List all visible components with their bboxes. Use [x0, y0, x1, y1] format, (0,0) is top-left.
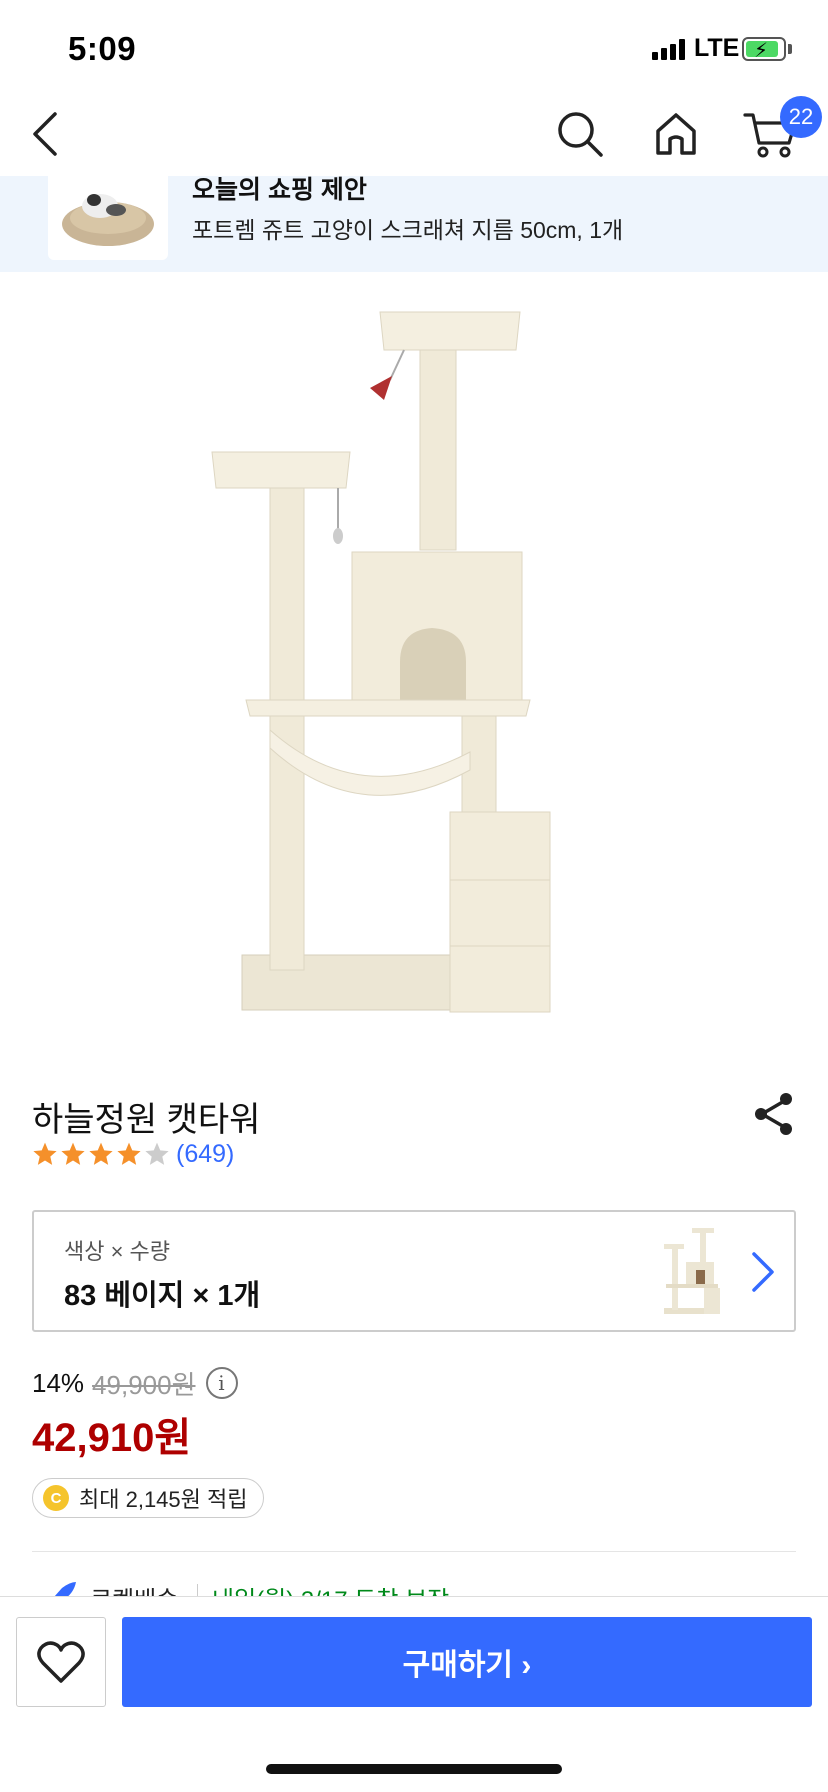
heart-icon — [37, 1641, 85, 1683]
promo-thumbnail — [48, 176, 168, 260]
nav-bar — [0, 92, 828, 176]
home-button[interactable] — [636, 92, 716, 176]
promo-title: 오늘의 쇼핑 제안 — [192, 176, 367, 204]
search-button[interactable] — [540, 92, 620, 176]
rating-row[interactable]: (649) — [32, 1138, 234, 1170]
info-icon[interactable]: i — [205, 1367, 238, 1399]
product-title-row: 하늘정원 캣타워 — [32, 1092, 798, 1139]
home-icon — [656, 113, 696, 155]
star-empty-icon — [145, 1142, 169, 1165]
share-button[interactable] — [750, 1088, 798, 1140]
star-filled-icon — [33, 1142, 57, 1165]
charging-bolt-icon: ⚡ — [754, 40, 769, 62]
discount-row: 14% 49,900원 i — [32, 1366, 238, 1400]
shopping-suggestion-banner[interactable]: 오늘의 쇼핑 제안 포트렘 쥬트 고양이 스크래쳐 지름 50cm, 1개 — [0, 176, 828, 272]
star-filled-icon — [117, 1142, 141, 1165]
option-label: 색상 × 수량 — [64, 1239, 171, 1264]
discount-rate: 14% — [32, 1367, 85, 1398]
wishlist-button[interactable] — [16, 1617, 106, 1707]
original-price: 49,900원 — [92, 1369, 196, 1400]
product-title: 하늘정원 캣타워 — [32, 1101, 261, 1139]
signal-icon — [652, 38, 686, 60]
rating-stars — [32, 1141, 172, 1167]
coin-icon: C — [43, 1485, 69, 1511]
option-selector[interactable]: 색상 × 수량 83 베이지 × 1개 — [32, 1210, 796, 1332]
chevron-left-icon — [33, 112, 57, 156]
status-bar: 5:09 LTE ⚡ — [0, 0, 828, 92]
product-image[interactable] — [170, 290, 590, 1050]
chevron-right-icon — [742, 1248, 782, 1296]
home-indicator — [266, 1764, 562, 1774]
buy-button[interactable]: 구매하기 › — [122, 1617, 812, 1707]
divider — [32, 1551, 796, 1552]
sale-price: 42,910원 — [32, 1416, 192, 1460]
review-count[interactable]: (649) — [176, 1140, 234, 1169]
star-filled-icon — [61, 1142, 85, 1165]
bottom-action-bar: 구매하기 › — [0, 1596, 828, 1792]
network-label: LTE — [694, 34, 740, 62]
option-thumbnail — [654, 1226, 734, 1318]
search-icon — [558, 112, 603, 157]
star-filled-icon — [89, 1142, 113, 1165]
reward-points-badge[interactable]: C 최대 2,145원 적립 — [32, 1478, 265, 1518]
status-time: 5:09 — [68, 30, 137, 67]
share-icon — [755, 1093, 792, 1135]
cart-count-badge: 22 — [780, 96, 822, 138]
promo-description: 포트렘 쥬트 고양이 스크래쳐 지름 50cm, 1개 — [192, 217, 624, 243]
battery-cap — [788, 44, 792, 54]
option-value: 83 베이지 × 1개 — [64, 1280, 261, 1312]
reward-points-text: 최대 2,145원 적립 — [79, 1487, 248, 1512]
back-button[interactable] — [6, 92, 86, 176]
